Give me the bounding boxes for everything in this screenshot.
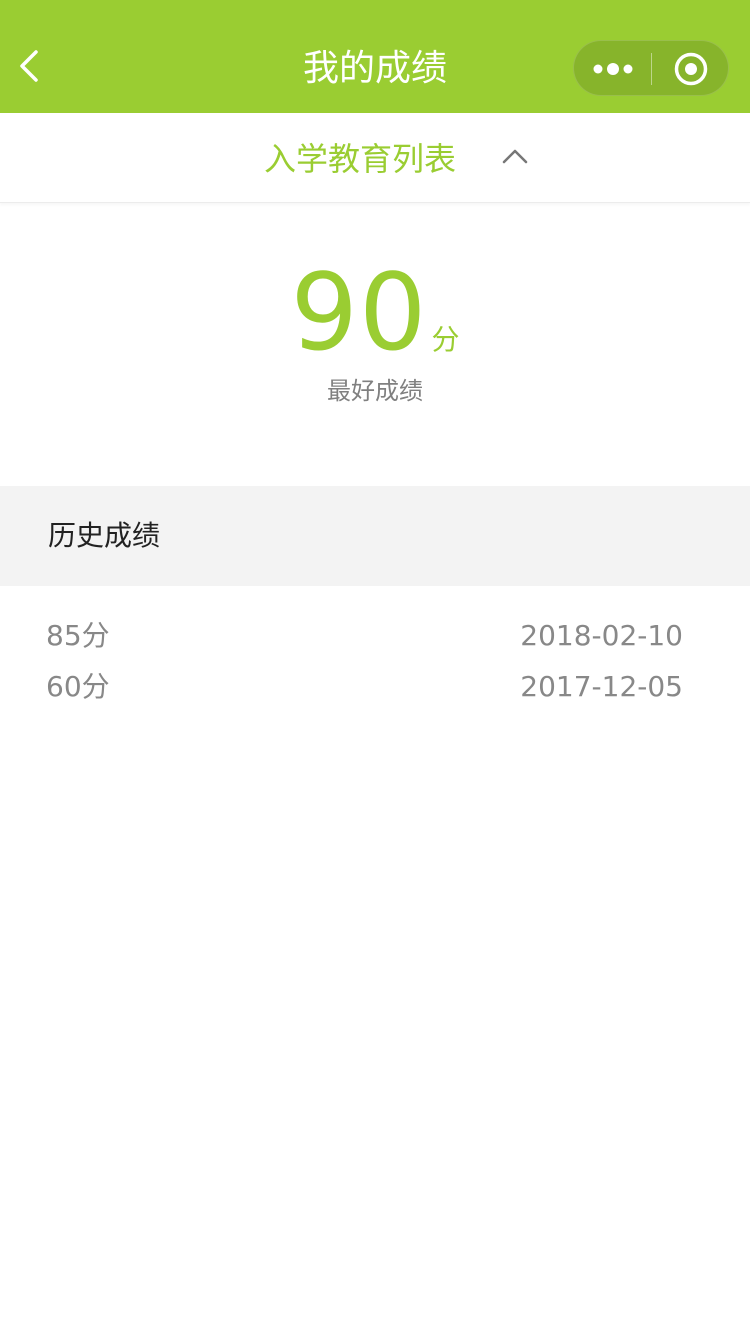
history-score: 60分 <box>46 670 110 703</box>
best-score-unit: 分 <box>431 323 460 356</box>
target-close-icon <box>674 52 708 86</box>
history-date: 2017-12-05 <box>520 670 683 703</box>
history-section-header: 历史成绩 <box>0 486 750 586</box>
history-list: 85分 2018-02-10 60分 2017-12-05 <box>0 612 750 714</box>
list-item: 85分 2018-02-10 <box>0 612 750 663</box>
best-score-label: 最好成绩 <box>327 377 423 405</box>
best-score: 90 分 <box>0 258 750 368</box>
chevron-up-icon <box>502 149 528 164</box>
mini-program-capsule <box>573 40 729 96</box>
best-score-value: 90 <box>290 251 428 374</box>
list-dropdown-label: 入学教育列表 <box>263 140 456 178</box>
history-date: 2018-02-10 <box>520 619 683 652</box>
close-button[interactable] <box>652 41 730 97</box>
list-dropdown-toggle[interactable]: 入学教育列表 <box>0 113 750 203</box>
navigation-bar: 我的成绩 <box>0 0 750 113</box>
more-button[interactable] <box>574 41 651 97</box>
app-screen: 我的成绩 入学教育列表 90 分 最好成绩 历史成绩 85分 2018-02-1… <box>0 0 750 1334</box>
more-dots-icon <box>593 63 633 75</box>
history-title: 历史成绩 <box>48 519 161 552</box>
history-score: 85分 <box>46 619 110 652</box>
list-item: 60分 2017-12-05 <box>0 663 750 714</box>
